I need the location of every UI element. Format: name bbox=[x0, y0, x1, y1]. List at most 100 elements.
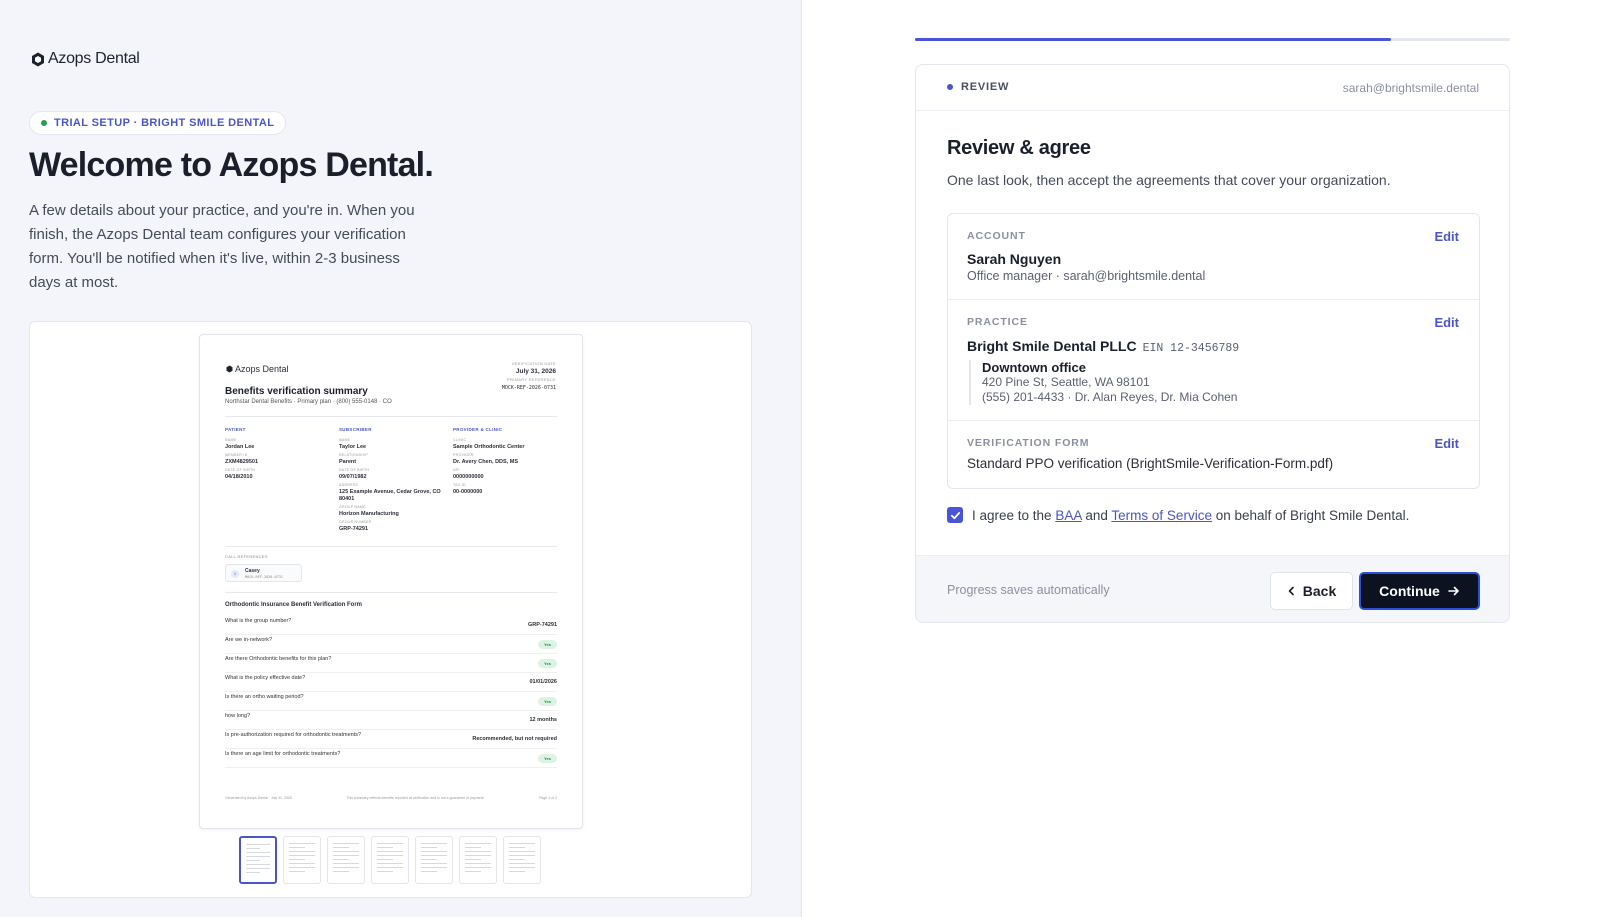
call-number: 1 bbox=[231, 570, 239, 578]
patient-dob-label: DATE OF BIRTH bbox=[225, 468, 256, 472]
page-thumbnail[interactable] bbox=[503, 836, 541, 884]
call-ref: MOCK-REF-2026-0731 bbox=[245, 575, 283, 579]
page-thumbnail[interactable] bbox=[283, 836, 321, 884]
status-dot-icon bbox=[41, 120, 47, 126]
subscriber-gnum: GRP-74291 bbox=[339, 526, 369, 532]
card-lead: One last look, then accept the agreement… bbox=[947, 172, 1391, 188]
practice-name-row: Bright Smile Dental PLLC EIN 12-3456789 bbox=[967, 338, 1239, 355]
qa-question: Are we in-network? bbox=[225, 637, 273, 643]
practice-ein: EIN 12-3456789 bbox=[1142, 342, 1240, 355]
intro-text: A few details about your practice, and y… bbox=[29, 202, 415, 291]
arrow-right-icon bbox=[1448, 586, 1459, 596]
continue-label: Continue bbox=[1379, 583, 1440, 599]
agree-text: I agree to the BAA and Terms of Service … bbox=[972, 508, 1409, 523]
doc-date-label: VERIFICATION DATE bbox=[511, 361, 556, 366]
subscriber-name: Taylor Lee bbox=[339, 444, 367, 450]
patient-head: PATIENT bbox=[225, 427, 246, 432]
subscriber-rel-label: RELATIONSHIP bbox=[339, 453, 369, 457]
provider-tax-label: TAX ID bbox=[453, 483, 466, 487]
form-section: VERIFICATION FORM Edit Standard PPO veri… bbox=[948, 420, 1479, 488]
qa-yes-badge: Yes bbox=[538, 659, 557, 668]
qa-row: Is pre-authorization required for orthod… bbox=[225, 730, 557, 749]
patient-member-label: MEMBER ID bbox=[225, 453, 248, 457]
call-references-head: CALL REFERENCES bbox=[225, 554, 268, 559]
provider-name-label: PROVIDER bbox=[453, 453, 474, 457]
qa-row: Are we in-network? Yes bbox=[225, 635, 557, 654]
step-indicator: REVIEW bbox=[947, 81, 1009, 93]
qa-question: Are there Orthodontic benefits for this … bbox=[225, 656, 332, 662]
doc-footer-mid: This summary reflects benefits reported … bbox=[346, 796, 485, 800]
page-thumbnail[interactable] bbox=[415, 836, 453, 884]
subscriber-addr-label: ADDRESS bbox=[339, 483, 359, 487]
qa-question: how long? bbox=[225, 713, 251, 719]
terms-link[interactable]: Terms of Service bbox=[1111, 508, 1212, 523]
doc-divider bbox=[225, 592, 557, 593]
qa-question: Is there an age limit for orthodontic tr… bbox=[225, 751, 341, 757]
edit-form-link[interactable]: Edit bbox=[1434, 436, 1459, 451]
step-label: REVIEW bbox=[961, 81, 1010, 93]
left-pane: Azops Dental TRIAL SETUP · BRIGHT SMILE … bbox=[0, 0, 802, 917]
baa-link[interactable]: BAA bbox=[1055, 508, 1081, 523]
office-address: 420 Pine St, Seattle, WA 98101 bbox=[982, 375, 1150, 389]
doc-ref-label: PRIMARY REFERENCE bbox=[507, 377, 556, 382]
qa-row: Is there an ortho waiting period? Yes bbox=[225, 692, 557, 711]
qa-row: how long? 12 months bbox=[225, 711, 557, 730]
provider-head: PROVIDER & CLINIC bbox=[453, 427, 503, 432]
qa-answer: Recommended, but not required bbox=[472, 736, 557, 742]
doc-patient: PATIENT NAME Jordan Lee MEMBER ID ZXM482… bbox=[225, 426, 335, 482]
edit-account-link[interactable]: Edit bbox=[1434, 229, 1459, 244]
page-thumbnail[interactable] bbox=[371, 836, 409, 884]
provider-name: Dr. Avery Chen, DDS, MS bbox=[453, 459, 518, 465]
subscriber-head: SUBSCRIBER bbox=[339, 427, 372, 432]
provider-npi-label: NPI bbox=[453, 468, 460, 472]
call-name: Casey bbox=[245, 568, 260, 574]
doc-date: July 31, 2026 bbox=[515, 368, 556, 375]
form-label: VERIFICATION FORM bbox=[967, 437, 1090, 449]
page-thumbnails bbox=[239, 836, 541, 884]
office-block: Downtown office 420 Pine St, Seattle, WA… bbox=[969, 360, 1237, 405]
qa-row: What is the policy effective date? 01/01/… bbox=[225, 673, 557, 692]
qa-yes-badge: Yes bbox=[538, 640, 557, 649]
step-dot-icon bbox=[947, 84, 953, 90]
agree-pre: I agree to the bbox=[972, 507, 1052, 523]
qa-row: What is the group number? GRP-74291 bbox=[225, 616, 557, 635]
card-header: REVIEW sarah@brightsmile.dental bbox=[916, 65, 1509, 111]
qa-row: Is there an age limit for orthodontic tr… bbox=[225, 749, 557, 768]
brand-logo: Azops Dental bbox=[31, 50, 140, 68]
office-contact: (555) 201-4433 · Dr. Alan Reyes, Dr. Mia… bbox=[982, 390, 1238, 404]
trial-badge-label: TRIAL SETUP · BRIGHT SMILE DENTAL bbox=[54, 117, 275, 129]
continue-button[interactable]: Continue bbox=[1359, 572, 1480, 610]
practice-name: Bright Smile Dental PLLC bbox=[967, 338, 1137, 354]
trial-badge: TRIAL SETUP · BRIGHT SMILE DENTAL bbox=[29, 111, 287, 135]
provider-clinic-label: CLINIC bbox=[453, 438, 467, 442]
edit-practice-link[interactable]: Edit bbox=[1434, 315, 1459, 330]
welcome-title: Welcome to Azops Dental. bbox=[29, 146, 434, 184]
agree-checkbox[interactable] bbox=[947, 507, 963, 523]
review-card: REVIEW sarah@brightsmile.dental Review &… bbox=[915, 64, 1510, 623]
doc-divider bbox=[225, 546, 557, 547]
account-name: Sarah Nguyen bbox=[967, 251, 1062, 267]
page-thumbnail[interactable] bbox=[459, 836, 497, 884]
subscriber-group-label: GROUP NAME bbox=[339, 505, 366, 509]
back-label: Back bbox=[1302, 583, 1337, 599]
page-thumbnail[interactable] bbox=[239, 836, 277, 884]
page-thumbnail[interactable] bbox=[327, 836, 365, 884]
qa-row: Are there Orthodontic benefits for this … bbox=[225, 654, 557, 673]
doc-logo-icon bbox=[226, 365, 233, 373]
back-button[interactable]: Back bbox=[1270, 572, 1353, 610]
doc-meta: VERIFICATION DATE July 31, 2026 PRIMARY … bbox=[502, 360, 556, 392]
qa-answer: 01/01/2026 bbox=[529, 679, 557, 685]
form-value: Standard PPO verification (BrightSmile-V… bbox=[967, 456, 1334, 471]
practice-section: PRACTICE Edit Bright Smile Dental PLLC EI… bbox=[948, 299, 1479, 420]
subscriber-addr: 125 Example Avenue, Cedar Grove, CO 8040… bbox=[339, 489, 441, 502]
doc-footer-left: Generated by Azops Dental · July 31, 202… bbox=[225, 796, 292, 800]
patient-name-label: NAME bbox=[225, 438, 237, 442]
logo-icon bbox=[32, 52, 44, 66]
progress-bar bbox=[915, 38, 1510, 41]
doc-logo-text: Azops Dental bbox=[235, 364, 289, 374]
subscriber-group: Horizon Manufacturing bbox=[339, 511, 399, 517]
form-title: Orthodontic Insurance Benefit Verificati… bbox=[225, 602, 363, 608]
card-footer: Progress saves automatically Back Contin… bbox=[916, 555, 1509, 622]
brand-name: Azops Dental bbox=[48, 50, 140, 67]
agreement-row: I agree to the BAA and Terms of Service … bbox=[947, 507, 1409, 523]
